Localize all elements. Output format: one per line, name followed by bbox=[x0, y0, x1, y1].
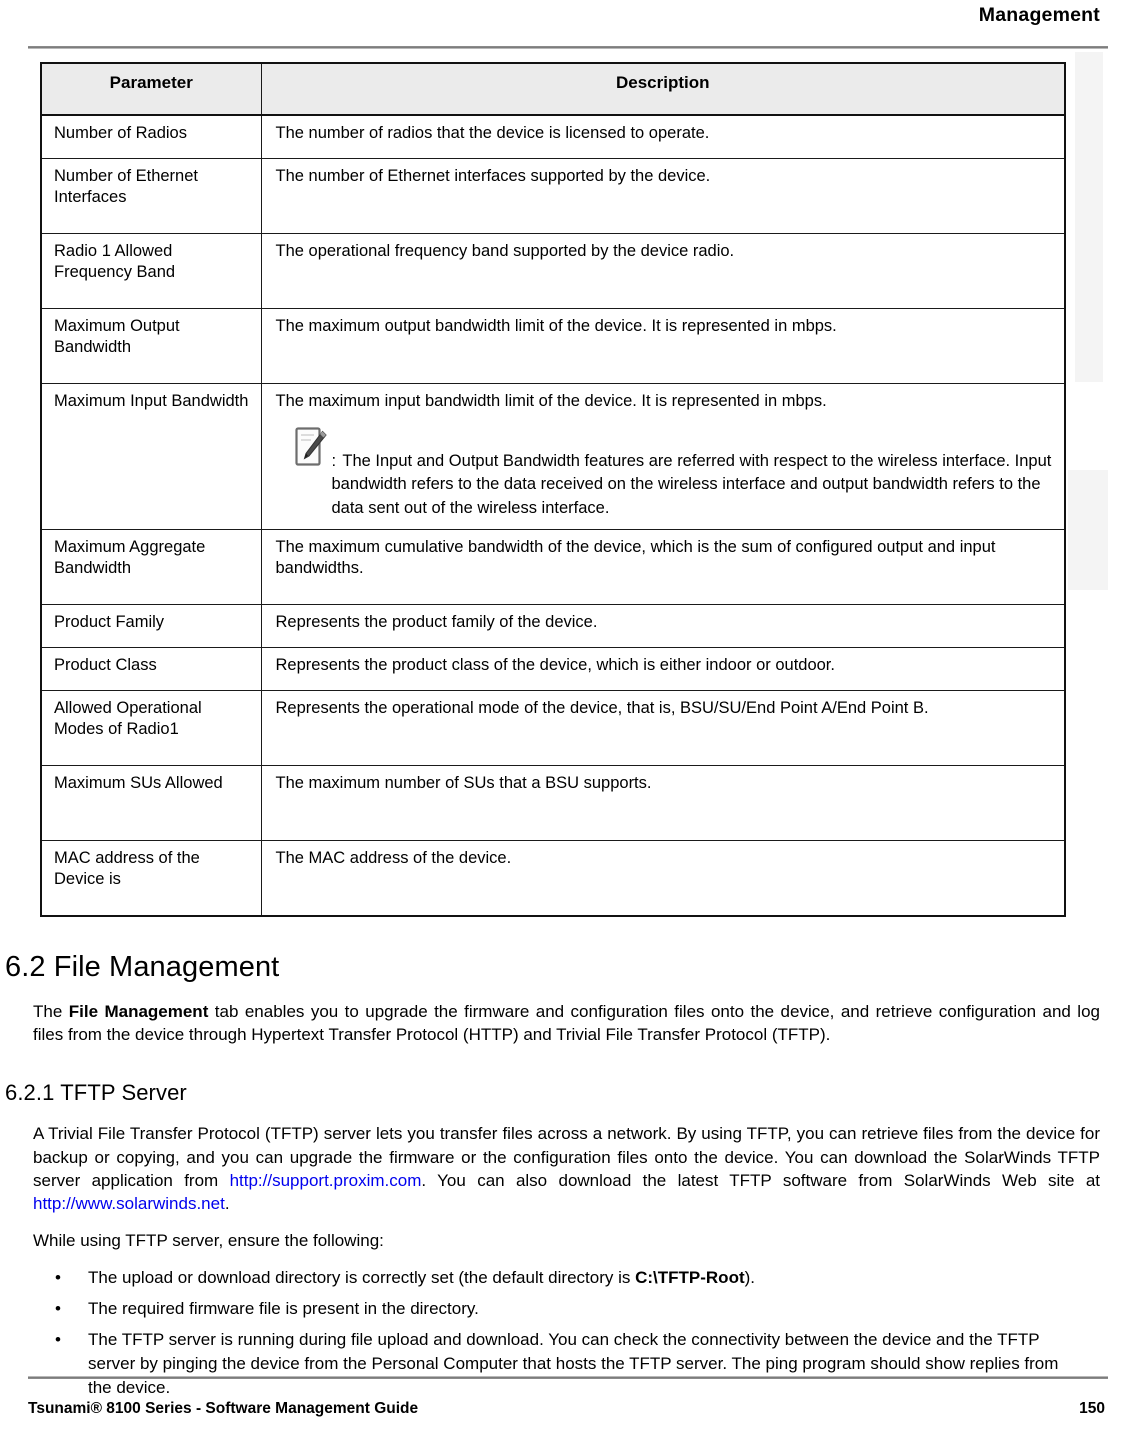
document-page: Management Parameter Description Number … bbox=[0, 0, 1133, 1432]
tftp-description-paragraph: A Trivial File Transfer Protocol (TFTP) … bbox=[33, 1122, 1100, 1214]
list-item: • The TFTP server is running during file … bbox=[55, 1328, 1073, 1400]
cell-parameter: Maximum SUs Allowed bbox=[40, 765, 262, 842]
table-row: Number of Radios The number of radios th… bbox=[40, 114, 1066, 159]
table-row: Maximum Input Bandwidth The maximum inpu… bbox=[40, 382, 1066, 531]
table-header-row: Parameter Description bbox=[40, 62, 1066, 116]
note-body: The Input and Output Bandwidth features … bbox=[331, 451, 1052, 517]
note-text: : The Input and Output Bandwidth feature… bbox=[332, 430, 1055, 520]
table-row: Allowed Operational Modes of Radio1 Repr… bbox=[40, 690, 1066, 767]
cell-description: The maximum output bandwidth limit of th… bbox=[260, 308, 1066, 384]
cell-description-text: The maximum input bandwidth limit of the… bbox=[275, 392, 827, 410]
cell-description: The maximum cumulative bandwidth of the … bbox=[260, 529, 1066, 606]
table-row: Product Family Represents the product fa… bbox=[40, 604, 1066, 649]
cell-parameter: Product Class bbox=[40, 647, 262, 692]
tftp-text-part3: . bbox=[224, 1193, 230, 1213]
cell-description: The maximum input bandwidth limit of the… bbox=[260, 382, 1066, 531]
parameter-table: Parameter Description Number of Radios T… bbox=[40, 62, 1066, 918]
page-content: Parameter Description Number of Radios T… bbox=[0, 62, 1133, 1408]
cell-description: The maximum number of SUs that a BSU sup… bbox=[260, 765, 1066, 842]
list-item: • The upload or download directory is cor… bbox=[55, 1266, 1073, 1290]
cell-description: Represents the product family of the dev… bbox=[260, 604, 1066, 649]
tftp-checklist-lead-in: While using TFTP server, ensure the foll… bbox=[33, 1230, 384, 1250]
header-divider bbox=[28, 46, 1108, 49]
link-support-proxim[interactable]: http://support.proxim.com bbox=[230, 1171, 422, 1190]
table-row: Maximum SUs Allowed The maximum number o… bbox=[40, 765, 1066, 842]
cell-description: The MAC address of the device. bbox=[260, 840, 1066, 917]
subsection-heading-tftp-server: 6.2.1 TFTP Server bbox=[5, 1080, 187, 1106]
cell-parameter: Allowed Operational Modes of Radio1 bbox=[40, 690, 262, 767]
table-row: Product Class Represents the product cla… bbox=[40, 647, 1066, 692]
tftp-text-part2: . You can also download the latest TFTP … bbox=[421, 1170, 1101, 1190]
cell-parameter: Product Family bbox=[40, 604, 262, 649]
page-footer: Tsunami® 8100 Series - Software Manageme… bbox=[28, 1400, 1105, 1418]
list-item-bold: C:\TFTP-Root bbox=[635, 1267, 745, 1287]
section-intro-paragraph: The File Management tab enables you to u… bbox=[33, 1000, 1100, 1046]
bullet-marker-icon: • bbox=[55, 1330, 61, 1350]
list-item-text-before: The required firmware file is present in… bbox=[88, 1299, 479, 1319]
footer-guide-title: Tsunami® 8100 Series - Software Manageme… bbox=[28, 1400, 419, 1417]
cell-parameter: Number of Ethernet Interfaces bbox=[40, 158, 262, 234]
list-item-text-before: The TFTP server is running during file u… bbox=[88, 1330, 1059, 1398]
cell-parameter: Radio 1 Allowed Frequency Band bbox=[40, 233, 262, 309]
list-item-text-after: ). bbox=[744, 1267, 756, 1287]
table-row: Maximum Aggregate Bandwidth The maximum … bbox=[40, 529, 1066, 606]
parameter-table-container: Parameter Description Number of Radios T… bbox=[40, 62, 1066, 918]
link-solarwinds[interactable]: http://www.solarwinds.net bbox=[33, 1194, 225, 1213]
list-item: • The required firmware file is present i… bbox=[55, 1297, 1073, 1321]
column-header-description: Description bbox=[260, 62, 1066, 116]
cell-parameter: Maximum Aggregate Bandwidth bbox=[40, 529, 262, 606]
cell-parameter: Maximum Input Bandwidth bbox=[40, 382, 262, 531]
table-row: MAC address of the Device is The MAC add… bbox=[40, 840, 1066, 917]
tftp-checklist: • The upload or download directory is cor… bbox=[0, 1266, 1133, 1401]
cell-description: The operational frequency band supported… bbox=[260, 233, 1066, 309]
note-callout: : The Input and Output Bandwidth feature… bbox=[294, 427, 1055, 520]
note-colon: : bbox=[331, 451, 337, 470]
footer-divider bbox=[28, 1376, 1108, 1379]
intro-bold-term: File Management bbox=[68, 1002, 209, 1022]
intro-text-lead: The bbox=[33, 1002, 69, 1022]
table-row: Maximum Output Bandwidth The maximum out… bbox=[40, 308, 1066, 384]
cell-parameter: Number of Radios bbox=[40, 114, 262, 159]
table-row: Number of Ethernet Interfaces The number… bbox=[40, 158, 1066, 234]
cell-description: The number of Ethernet interfaces suppor… bbox=[260, 158, 1066, 234]
note-pencil-icon bbox=[294, 426, 328, 470]
cell-description: Represents the operational mode of the d… bbox=[260, 690, 1066, 767]
section-heading-file-management: 6.2 File Management bbox=[5, 951, 280, 984]
table-row: Radio 1 Allowed Frequency Band The opera… bbox=[40, 233, 1066, 309]
cell-description: Represents the product class of the devi… bbox=[260, 647, 1066, 692]
running-header: Management bbox=[978, 4, 1100, 26]
column-header-parameter: Parameter bbox=[40, 62, 262, 116]
bullet-marker-icon: • bbox=[55, 1267, 61, 1287]
cell-description: The number of radios that the device is … bbox=[260, 114, 1066, 159]
bullet-marker-icon: • bbox=[55, 1299, 61, 1319]
list-item-text-before: The upload or download directory is corr… bbox=[88, 1267, 636, 1287]
cell-parameter: Maximum Output Bandwidth bbox=[40, 308, 262, 384]
footer-page-number: 150 bbox=[1079, 1400, 1105, 1417]
cell-parameter: MAC address of the Device is bbox=[40, 840, 262, 917]
